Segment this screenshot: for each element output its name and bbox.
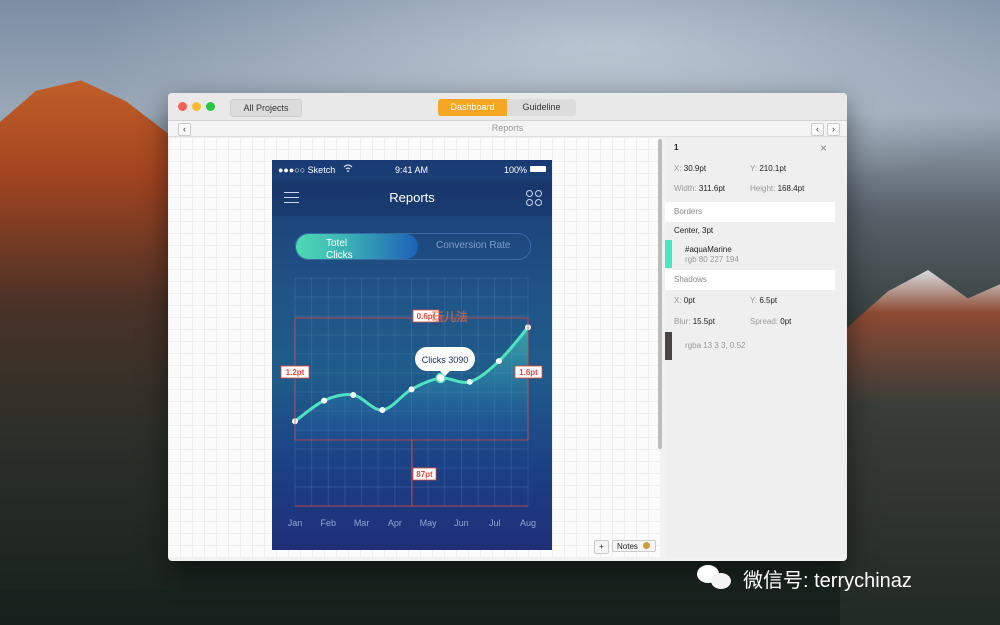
all-projects-button[interactable]: All Projects — [230, 99, 302, 117]
inspector-panel: 1 × X: 30.9pt Y: 210.1pt Width: 311.6pt … — [665, 137, 847, 557]
shadow-color-swatch — [665, 332, 672, 360]
notes-label: Notes — [617, 542, 638, 551]
measure-tag-bottom: 87pt — [412, 467, 437, 481]
borders-section-header: Borders — [665, 202, 835, 222]
artboard-bar: Reports ‹ ‹ › — [168, 121, 847, 137]
x-axis-label: Apr — [388, 518, 402, 528]
x-axis-label: Mar — [354, 518, 370, 528]
measure-left-label: 1.2pt — [286, 368, 305, 377]
data-point[interactable] — [350, 391, 357, 398]
x-axis-labels: Jan Feb Mar Apr May Jun Jul Aug — [288, 518, 536, 528]
data-point[interactable] — [466, 378, 473, 385]
measure-bottom-label: 87pt — [416, 470, 433, 479]
layer-name: 1 — [674, 143, 679, 152]
view-tabs: Dashboard Guideline — [438, 99, 576, 116]
x-axis-label: Jul — [489, 518, 501, 528]
minimize-window-button[interactable] — [192, 102, 201, 111]
border-description: Center, 3pt — [674, 226, 714, 235]
shadow-y-field: Y: 6.5pt — [750, 296, 778, 305]
artboard-title: Reports — [491, 123, 524, 133]
notes-button[interactable]: Notes — [612, 540, 656, 552]
tooltip-label: Clicks 3090 — [422, 355, 469, 365]
close-window-button[interactable] — [178, 102, 187, 111]
canvas-scrollbar[interactable] — [658, 139, 662, 449]
wechat-watermark: 微信号: terrychinaz — [697, 562, 912, 594]
x-axis-label: May — [420, 518, 438, 528]
data-point[interactable] — [321, 397, 328, 404]
title-bar: All Projects Dashboard Guideline — [168, 93, 847, 121]
data-point[interactable] — [408, 386, 415, 393]
prev-artboard-button[interactable]: ‹ — [811, 123, 824, 136]
border-color-name: #aquaMarine — [685, 245, 732, 254]
zoom-window-button[interactable] — [206, 102, 215, 111]
app-window: All Projects Dashboard Guideline Reports… — [168, 93, 847, 561]
close-icon[interactable]: × — [820, 141, 827, 155]
x-axis-label: Jun — [454, 518, 469, 528]
shadow-spread-field: Spread: 0pt — [750, 317, 792, 326]
height-field: Height: 168.4pt — [750, 184, 805, 193]
notes-badge-icon — [643, 542, 651, 549]
data-point[interactable] — [435, 372, 446, 384]
tab-guideline[interactable]: Guideline — [507, 99, 576, 116]
design-canvas[interactable]: ●●●○○ Sketch 9:41 AM 100% Reports Totel … — [168, 137, 660, 557]
measure-tag-left: 1.2pt — [280, 365, 310, 379]
clicks-chart: Jan Feb Mar Apr May Jun Jul Aug 0.6pt 1.2pt 1.6… — [280, 277, 543, 528]
x-axis-label: Jan — [288, 518, 303, 528]
overlay-watermark-text: 玩儿法 — [432, 309, 468, 324]
border-color-swatch — [665, 240, 672, 268]
tooltip: Clicks 3090 — [415, 347, 475, 376]
tab-dashboard[interactable]: Dashboard — [438, 99, 507, 116]
shadows-section-header: Shadows — [665, 270, 835, 290]
measure-right-label: 1.6pt — [519, 368, 538, 377]
phone-artboard[interactable]: ●●●○○ Sketch 9:41 AM 100% Reports Totel … — [272, 160, 552, 550]
shadow-color-value: rgba 13 3 3, 0.52 — [685, 341, 746, 350]
wechat-icon — [697, 565, 733, 591]
x-axis-label: Aug — [520, 518, 536, 528]
measure-tag-right: 1.6pt — [514, 365, 543, 379]
wechat-id-text: 微信号: terrychinaz — [743, 569, 912, 592]
next-artboard-button[interactable]: › — [827, 123, 840, 136]
y-field: Y: 210.1pt — [750, 164, 787, 173]
border-color-rgb: rgb 80 227 194 — [685, 255, 739, 264]
data-point[interactable] — [495, 358, 502, 365]
add-note-button[interactable]: + — [594, 540, 609, 554]
data-point[interactable] — [379, 406, 386, 413]
x-axis-label: Feb — [321, 518, 337, 528]
mountain-left — [0, 80, 180, 590]
back-button[interactable]: ‹ — [178, 123, 191, 136]
